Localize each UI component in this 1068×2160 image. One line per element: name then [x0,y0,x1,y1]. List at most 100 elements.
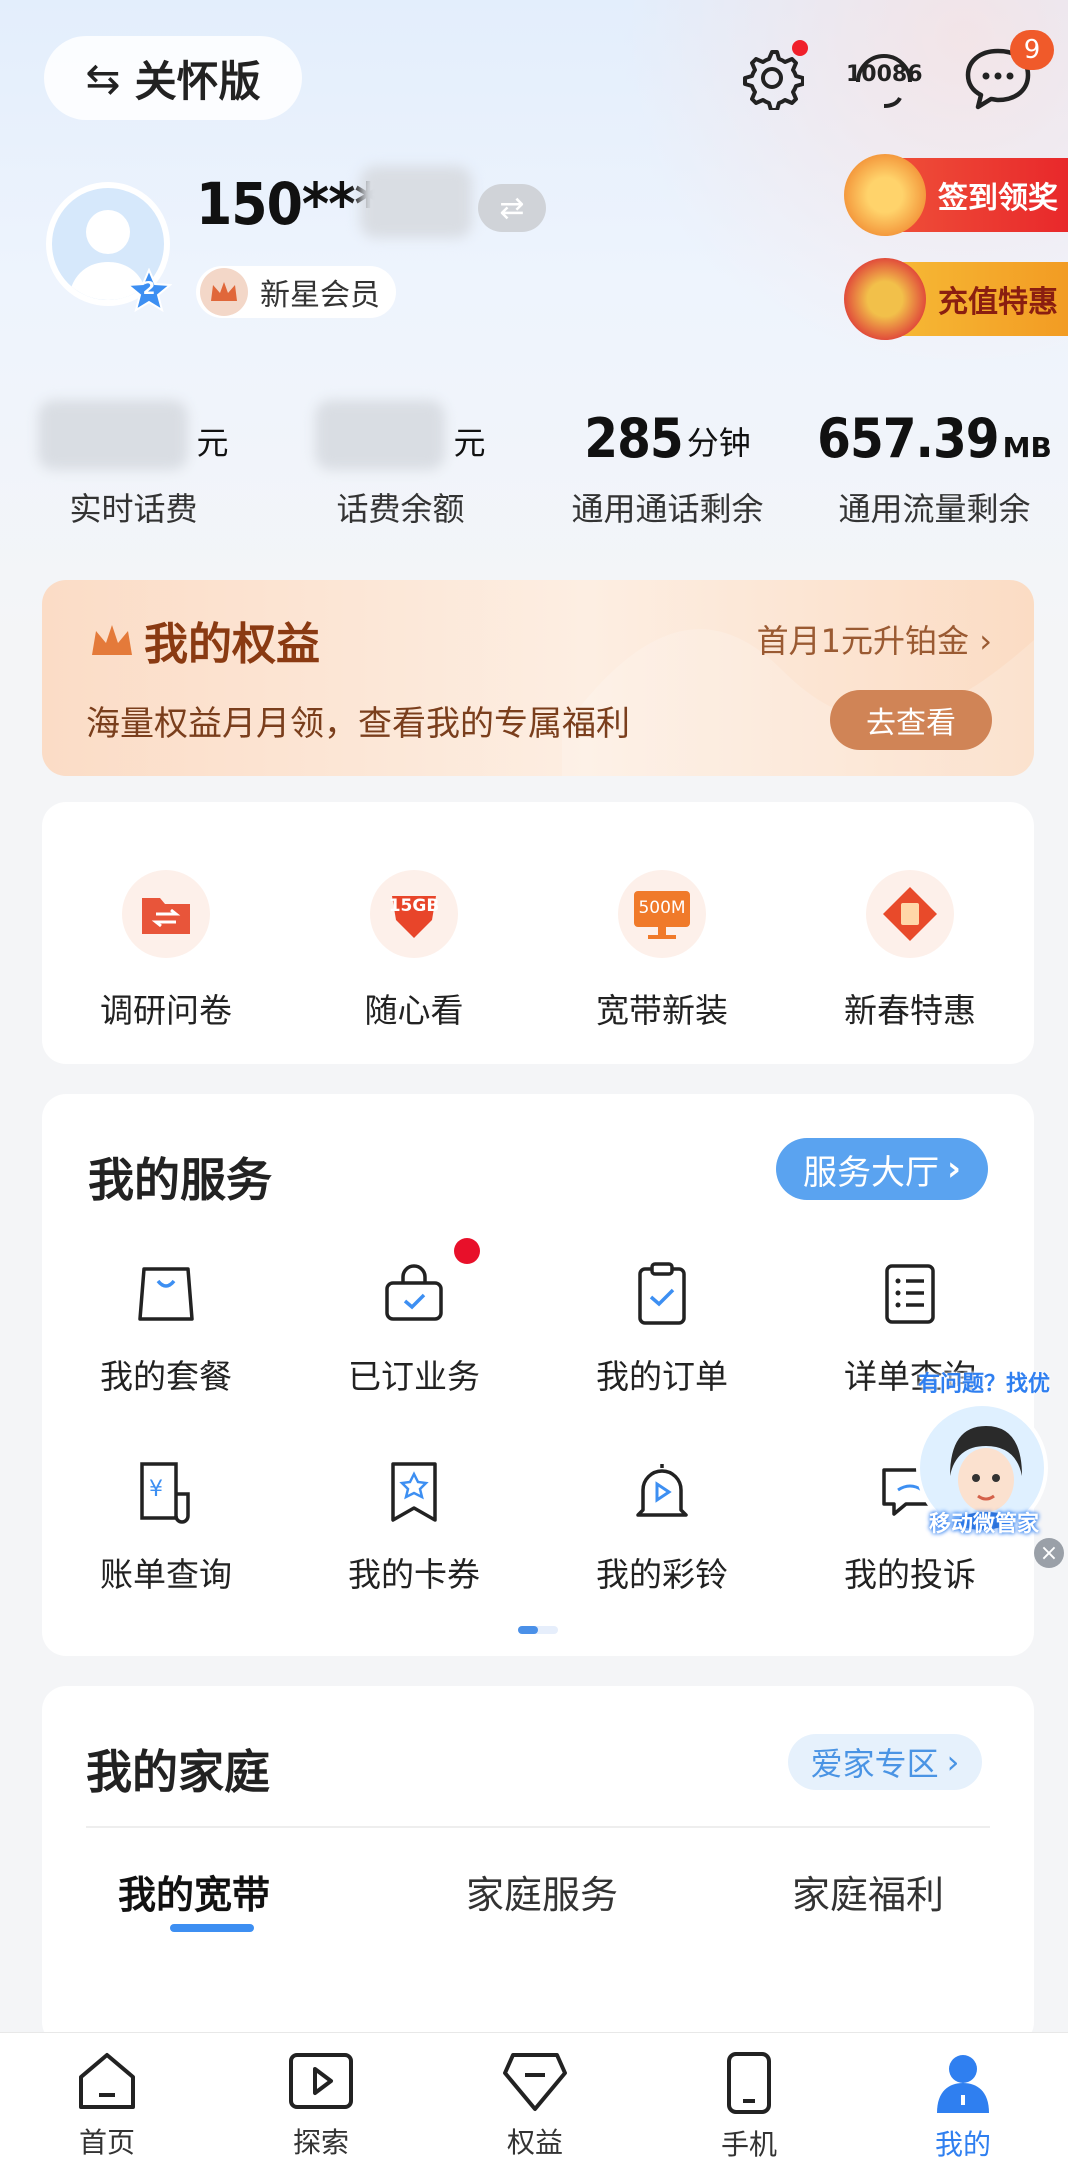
service-label: 我的套餐 [100,1357,232,1396]
subscribed-bag-icon [378,1258,450,1330]
chevron-right-icon: › [946,1743,960,1781]
shortcut-broadband[interactable]: 500M 宽带新装 [538,870,786,1032]
page-indicator [518,1626,558,1634]
messages-button[interactable]: 9 [958,30,1054,118]
equity-title: 我的权益 [90,608,320,672]
phone-icon [727,2052,771,2114]
equity-card[interactable]: 我的权益 首月1元升铂金 › 海量权益月月领，查看我的专属福利 去查看 [42,580,1034,776]
settings-notification-dot [792,40,808,56]
service-hall-label: 服务大厅 [802,1152,939,1193]
family-title: 我的家庭 [86,1745,270,1799]
gem-icon [503,2053,567,2111]
chevron-right-icon: › [979,622,992,660]
level-star-badge: 2 [125,267,173,314]
data-15gb-text: 15GB [388,896,440,916]
stat-data-remaining[interactable]: 657.39 MB 通用流量剩余 [801,398,1068,530]
realtime-fee-mask [38,400,189,470]
equity-crown-icon [92,625,132,655]
assistant-close-button[interactable]: × [1034,1538,1064,1568]
service-coupons[interactable]: 我的卡券 [290,1456,538,1596]
stat-unit: 元 [196,424,229,462]
service-bill-query[interactable]: ¥ 账单查询 [42,1456,290,1596]
nav-home[interactable]: 首页 [0,2051,214,2160]
switch-account-button[interactable]: ⇄ [478,184,546,232]
stat-realtime-fee[interactable]: 元 实时话费 [0,398,267,530]
recharge-offer-label: 充值特惠 [938,285,1058,320]
stat-label: 通用通话剩余 [571,490,764,528]
recharge-offer-button[interactable]: 充值特惠 [844,258,1068,340]
nav-mine[interactable]: 我的 [856,2051,1068,2160]
stat-fee-balance[interactable]: 元 话费余额 [267,398,534,530]
service-my-plan[interactable]: 我的套餐 [42,1258,290,1398]
equity-title-text: 我的权益 [144,619,320,670]
member-label: 新星会员 [260,278,380,313]
broadband-500m-text: 500M [638,898,686,918]
person-icon [937,2055,989,2113]
family-tab-benefits[interactable]: 家庭福利 [760,1864,976,1919]
nav-explore[interactable]: 探索 [214,2051,428,2160]
prize-wheel-icon [844,154,926,236]
broadband-500m-icon: 500M [618,870,706,958]
family-tab-services[interactable]: 家庭服务 [434,1864,650,1919]
service-label: 我的彩铃 [596,1555,728,1594]
services-title: 我的服务 [88,1153,272,1207]
shortcut-spring-offer[interactable]: 新春特惠 [786,870,1034,1032]
active-tab-underline [170,1924,254,1932]
nav-label: 首页 [78,2126,135,2159]
service-hall-button[interactable]: 服务大厅 › [776,1138,988,1200]
chevron-right-icon: › [946,1149,961,1189]
signin-reward-label: 签到领奖 [938,181,1058,216]
clipboard-check-icon [626,1258,698,1330]
stat-call-remaining[interactable]: 285 分钟 通用通话剩余 [534,398,801,530]
list-doc-icon [874,1258,946,1330]
swap-arrows-icon: ⇄ [499,190,525,226]
stat-unit: 元 [453,424,486,462]
home-icon [79,2053,135,2109]
bag-icon [130,1258,202,1330]
svg-text:¥: ¥ [149,1477,163,1502]
member-badge[interactable]: 新星会员 [196,266,396,318]
shortcut-survey[interactable]: 调研问卷 [42,870,290,1032]
equity-upgrade-link[interactable]: 首月1元升铂金 › [757,616,992,662]
nav-label: 手机 [720,2128,777,2160]
messages-count-badge: 9 [1010,30,1054,70]
service-ringtone[interactable]: 我的彩铃 [538,1456,786,1596]
service-subscribed[interactable]: 已订业务 [290,1238,538,1398]
coupon-star-icon [378,1456,450,1528]
stat-label: 实时话费 [69,490,198,528]
services-card: 我的服务 服务大厅 › 我的套餐 已订业务 我的订单 详单查询 ¥ 账单查询 我… [42,1094,1034,1656]
service-label: 我的订单 [596,1357,728,1396]
family-tab-broadband[interactable]: 我的宽带 [86,1864,302,1919]
family-tab-label: 我的宽带 [117,1873,270,1917]
family-card: 我的家庭 爱家专区 › 我的宽带 家庭服务 家庭福利 [42,1686,1034,2046]
nav-label: 我的 [934,2128,991,2160]
shortcut-label: 随心看 [364,991,464,1030]
nav-phone[interactable]: 手机 [642,2051,856,2160]
care-mode-button[interactable]: ⇆ 关怀版 [44,36,302,120]
family-zone-button[interactable]: 爱家专区 › [788,1734,982,1790]
family-tab-label: 家庭福利 [791,1873,944,1917]
shortcut-label: 调研问卷 [100,991,232,1030]
nav-rights[interactable]: 权益 [428,2051,642,2160]
explore-play-icon [289,2053,353,2109]
signin-reward-button[interactable]: 签到领奖 [844,154,1068,236]
assistant-name: 移动微管家 [928,1512,1039,1537]
stat-label: 话费余额 [336,490,465,528]
family-zone-label: 爱家专区 [810,1745,939,1783]
family-divider [86,1826,990,1828]
equity-view-button[interactable]: 去查看 [830,690,992,750]
settings-button[interactable] [732,38,812,118]
family-tab-label: 家庭服务 [465,1873,618,1917]
assistant-float[interactable]: 有问题？找优惠？ 移动微管家 × [900,1366,1068,1568]
spring-offer-icon [866,870,954,958]
hotline-button[interactable]: 10086 [844,38,924,118]
service-label: 账单查询 [100,1555,232,1594]
level-number: 2 [142,278,156,299]
service-label: 我的卡券 [348,1555,480,1594]
care-mode-label: 关怀版 [134,56,261,106]
stat-value: 285 [584,407,683,470]
nav-label: 探索 [292,2126,349,2159]
service-label: 已订业务 [348,1357,480,1396]
service-my-orders[interactable]: 我的订单 [538,1258,786,1398]
shortcut-watch[interactable]: 15GB 随心看 [290,870,538,1032]
